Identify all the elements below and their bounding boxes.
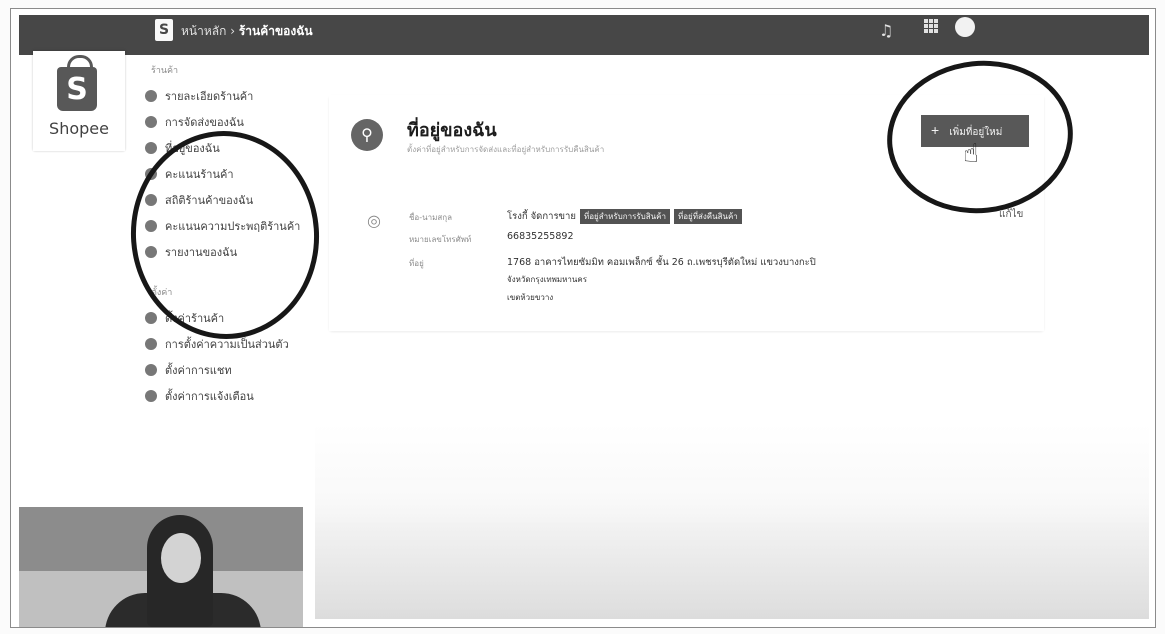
sidebar-section-shop: ร้านค้า (151, 66, 179, 76)
shop-icon (145, 90, 157, 102)
sidebar-item-shop-details[interactable]: รายละเอียดร้านค้า (145, 87, 253, 105)
address-line-2: จังหวัดกรุงเทพมหานคร (507, 275, 588, 284)
star-icon (145, 168, 157, 180)
chat-icon (145, 364, 157, 376)
sidebar-item-shop-settings[interactable]: ตั้งค่าร้านค้า (145, 309, 224, 327)
mouse-pointer-icon: ☝ (963, 139, 979, 169)
presenter-video-overlay (19, 507, 303, 627)
shield-icon (145, 220, 157, 232)
truck-icon (145, 116, 157, 128)
sidebar-item-shop-stats[interactable]: สถิติร้านค้าของฉัน (145, 191, 253, 209)
lock-icon (145, 338, 157, 350)
page-subtitle: ตั้งค่าที่อยู่สำหรับการจัดส่งและที่อยู่ส… (407, 145, 605, 154)
breadcrumb-separator: › (226, 24, 239, 38)
empty-content-area (315, 349, 1149, 619)
top-navigation-bar: S หน้าหลัก › ร้านค้าของฉัน ♫ (19, 15, 1149, 55)
gear-icon (145, 312, 157, 324)
address-line-3: เขตห้วยขวาง (507, 293, 554, 302)
location-icon (145, 142, 157, 154)
report-icon (145, 246, 157, 258)
breadcrumb: หน้าหลัก › ร้านค้าของฉัน (181, 22, 313, 41)
location-icon: ⚲ (351, 119, 383, 151)
sidebar-item-shipping[interactable]: การจัดส่งของฉัน (145, 113, 244, 131)
chart-icon (145, 194, 157, 206)
sidebar-item-shop-rating[interactable]: คะแนนร้านค้า (145, 165, 234, 183)
grid-icon[interactable] (924, 19, 938, 33)
page-title: ที่อยู่ของฉัน (407, 120, 497, 141)
phone-value: 66835255892 (507, 231, 574, 242)
sidebar: ร้านค้า รายละเอียดร้านค้า การจัดส่งของฉั… (129, 55, 315, 525)
sidebar-section-settings: ตั้งค่า (151, 288, 173, 298)
breadcrumb-parent[interactable]: หน้าหลัก (181, 24, 226, 38)
shopee-bag-icon[interactable]: S (155, 19, 173, 41)
sidebar-item-my-addresses[interactable]: ที่อยู่ของฉัน (145, 139, 220, 157)
my-address-card: ⚲ ที่อยู่ของฉัน ตั้งค่าที่อยู่สำหรับการจ… (329, 95, 1044, 331)
sidebar-item-shop-conduct[interactable]: คะแนนความประพฤติร้านค้า (145, 217, 300, 235)
shopee-bag-icon: S (57, 67, 97, 111)
breadcrumb-current: ร้านค้าของฉัน (238, 24, 313, 38)
sidebar-item-notification-settings[interactable]: ตั้งค่าการแจ้งเตือน (145, 387, 254, 405)
sidebar-item-chat-settings[interactable]: ตั้งค่าการแชท (145, 361, 232, 379)
logo-name: Shopee (49, 119, 109, 138)
screenshot-frame: S หน้าหลัก › ร้านค้าของฉัน ♫ S Shopee ร้… (10, 8, 1156, 628)
plus-icon: + (931, 122, 940, 138)
sidebar-item-my-reports[interactable]: รายงานของฉัน (145, 243, 237, 261)
address-label: ที่อยู่ (409, 259, 424, 268)
name-value: โรงกี้ จัดการขาย ที่อยู่สำหรับการรับสินค้… (507, 209, 742, 224)
address-entry: ◎ ชื่อ-นามสกุล โรงกี้ จัดการขาย ที่อยู่สำ… (367, 207, 1027, 317)
presenter-face (161, 533, 201, 583)
shopee-logo: S Shopee (33, 51, 125, 151)
edit-link[interactable]: แก้ไข (999, 207, 1023, 222)
pickup-address-badge: ที่อยู่สำหรับการรับสินค้า (579, 209, 670, 224)
sidebar-item-privacy[interactable]: การตั้งค่าความเป็นส่วนตัว (145, 335, 289, 353)
avatar[interactable] (955, 17, 975, 37)
phone-label: หมายเลขโทรศัพท์ (409, 235, 472, 244)
address-line-1: 1768 อาคารไทยซัมมิท คอมเพล็กซ์ ชั้น 26 ถ… (507, 257, 816, 268)
name-label: ชื่อ-นามสกุล (409, 213, 452, 222)
return-address-badge: ที่อยู่ที่ส่งคืนสินค้า (673, 209, 742, 224)
bell-icon[interactable]: ♫ (879, 21, 893, 40)
location-outline-icon: ◎ (367, 211, 381, 230)
bell-icon (145, 390, 157, 402)
